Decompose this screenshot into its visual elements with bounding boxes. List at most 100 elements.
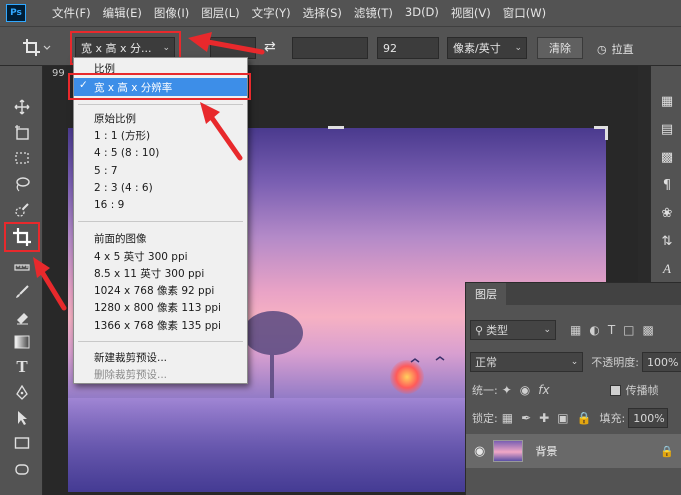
lock-artboard-icon[interactable]: ▣ (557, 411, 568, 425)
layer-row-background[interactable]: ◉ 背景 🔒 (466, 434, 681, 468)
eye-icon[interactable]: ◉ (474, 444, 485, 459)
dropdown-item-4x5-in[interactable]: 4 x 5 英寸 300 ppi (94, 248, 188, 264)
unify-style-icon[interactable]: fx (538, 383, 549, 397)
dropdown-separator (78, 341, 243, 342)
lock-transparent-icon[interactable]: ▦ (502, 411, 513, 425)
path-selection-tool-icon[interactable] (11, 407, 33, 429)
level-icon: ◷ (597, 42, 607, 56)
menu-window[interactable]: 窗口(W) (497, 5, 552, 21)
crop-handle-top-right-v[interactable] (605, 126, 608, 140)
propagate-label: 传播帧 (625, 384, 659, 397)
lasso-tool-icon[interactable] (11, 173, 33, 195)
menu-3d[interactable]: 3D(D) (399, 5, 445, 21)
filter-adjustment-icon[interactable]: ◐ (589, 323, 599, 337)
filter-shape-icon[interactable]: □ (623, 323, 634, 337)
dropdown-item-8.5x11-in[interactable]: 8.5 x 11 英寸 300 ppi (94, 265, 204, 281)
opacity-value: 100% (647, 355, 679, 369)
menu-edit[interactable]: 编辑(E) (97, 5, 148, 21)
crop-handle-top-mid[interactable] (328, 126, 344, 129)
eraser-tool-icon[interactable] (11, 306, 33, 328)
crop-preset-dropdown: 比例 ✓ 宽 x 高 x 分辨率 原始比例 1 : 1 (方形) 4 : 5 (… (73, 57, 248, 384)
dropdown-separator (78, 221, 243, 222)
dropdown-item-5-7[interactable]: 5 : 7 (94, 163, 118, 179)
dropdown-item-1366x768[interactable]: 1366 x 768 像素 135 ppi (94, 317, 221, 333)
opacity-label: 不透明度: (591, 356, 639, 369)
swatches-icon[interactable]: ▦ (658, 92, 676, 110)
dropdown-item-new-preset[interactable]: 新建裁剪预设... (94, 349, 167, 365)
move-tool-icon[interactable] (11, 96, 33, 118)
menu-view[interactable]: 视图(V) (445, 5, 497, 21)
blend-opacity-row: 正常 ⌄ 不透明度: 100% (466, 349, 681, 375)
menu-list: 文件(F) 编辑(E) 图像(I) 图层(L) 文字(Y) 选择(S) 滤镜(T… (46, 5, 552, 21)
gradient-tool-icon[interactable] (11, 331, 33, 353)
opacity-input[interactable]: 100% (642, 352, 681, 372)
lock-row: 锁定: ▦ ✒ ✚ ▣ 🔒 填充: 100% (466, 405, 681, 431)
filter-pixel-icon[interactable]: ▦ (570, 323, 581, 337)
tools-panel: T (0, 66, 43, 495)
quick-selection-tool-icon[interactable] (11, 199, 33, 221)
unify-position-icon[interactable]: ✦ (502, 383, 512, 397)
brush-settings-icon[interactable]: ❀ (658, 204, 676, 222)
menu-filter[interactable]: 滤镜(T) (348, 5, 399, 21)
lock-position-icon[interactable]: ✚ (539, 411, 549, 425)
straighten-button[interactable]: ◷ 拉直 (597, 39, 634, 59)
clear-button[interactable]: 清除 (537, 37, 583, 59)
ruler-tool-icon[interactable] (11, 256, 33, 278)
type-tool-icon[interactable]: T (11, 356, 33, 378)
layer-filter-select[interactable]: ⚲ 类型 ⌄ (470, 320, 556, 340)
blend-mode-select[interactable]: 正常 ⌄ (470, 352, 584, 372)
history-icon[interactable]: ⇅ (658, 232, 676, 250)
unify-row: 统一: ✦ ◉ fx 传播帧 (466, 377, 681, 403)
dropdown-item-1-1[interactable]: 1 : 1 (方形) (94, 127, 150, 143)
menu-image[interactable]: 图像(I) (148, 5, 195, 21)
layers-panel: 图层 ⚲ 类型 ⌄ ▦ ◐ T □ ▩ 正常 ⌄ 不透明度: 100% 统一: … (465, 282, 681, 495)
fill-input[interactable]: 100% (628, 408, 669, 428)
marquee-tool-icon[interactable] (11, 147, 33, 169)
resolution-unit-value: 像素/英寸 (453, 42, 501, 55)
menu-layer[interactable]: 图层(L) (195, 5, 245, 21)
dropdown-item-16-9[interactable]: 16 : 9 (94, 197, 124, 213)
menu-bar: Ps 文件(F) 编辑(E) 图像(I) 图层(L) 文字(Y) 选择(S) 滤… (0, 0, 681, 26)
menu-select[interactable]: 选择(S) (297, 5, 348, 21)
dropdown-item-2-3[interactable]: 2 : 3 (4 : 6) (94, 180, 153, 196)
dropdown-item-1024x768[interactable]: 1024 x 768 像素 92 ppi (94, 282, 214, 298)
character-icon[interactable]: A (658, 260, 676, 278)
dropdown-separator (78, 104, 243, 105)
menu-file[interactable]: 文件(F) (46, 5, 97, 21)
lock-label: 锁定: (472, 412, 498, 425)
document-tab[interactable]: 99 (52, 68, 65, 84)
height-input[interactable] (292, 37, 368, 59)
swap-icon[interactable]: ⇄ (264, 39, 282, 57)
artboard-tool-icon[interactable] (11, 122, 33, 144)
unify-visibility-icon[interactable]: ◉ (520, 383, 530, 397)
resolution-unit-select[interactable]: 像素/英寸 ⌄ (447, 37, 527, 59)
dropdown-item-4-5[interactable]: 4 : 5 (8 : 10) (94, 145, 159, 161)
rectangle-tool-icon[interactable] (11, 432, 33, 454)
paragraph-icon[interactable]: ¶ (658, 176, 676, 194)
annotation-box-crop-tool (4, 222, 40, 252)
hand-tool-icon[interactable] (11, 458, 33, 480)
lock-all-icon[interactable]: 🔒 (577, 411, 592, 425)
lock-pixels-icon[interactable]: ✒ (521, 411, 531, 425)
fill-value: 100% (633, 411, 665, 425)
tab-layers[interactable]: 图层 (466, 283, 506, 305)
dropdown-item-1280x800[interactable]: 1280 x 800 像素 113 ppi (94, 299, 221, 315)
layer-filter-value: 类型 (486, 324, 509, 337)
width-input[interactable] (210, 37, 256, 59)
resolution-input[interactable]: 92 (377, 37, 439, 59)
chevron-down-icon: ⌄ (514, 43, 522, 53)
pen-tool-icon[interactable] (11, 382, 33, 404)
resolution-value: 92 (383, 41, 397, 55)
filter-smart-object-icon[interactable]: ▩ (643, 323, 654, 337)
crop-tool-preset-icon[interactable] (22, 38, 52, 58)
propagate-checkbox[interactable] (609, 384, 621, 396)
menu-type[interactable]: 文字(Y) (246, 5, 297, 21)
straighten-label: 拉直 (611, 43, 634, 56)
filter-type-icon[interactable]: T (608, 323, 615, 337)
dropdown-item-front-image[interactable]: 前面的图像 (94, 230, 147, 246)
libraries-icon[interactable]: ▩ (658, 148, 676, 166)
brush-tool-icon[interactable] (11, 281, 33, 303)
dropdown-item-original-ratio[interactable]: 原始比例 (94, 110, 136, 126)
layer-name[interactable]: 背景 (535, 443, 557, 459)
properties-icon[interactable]: ▤ (658, 120, 676, 138)
